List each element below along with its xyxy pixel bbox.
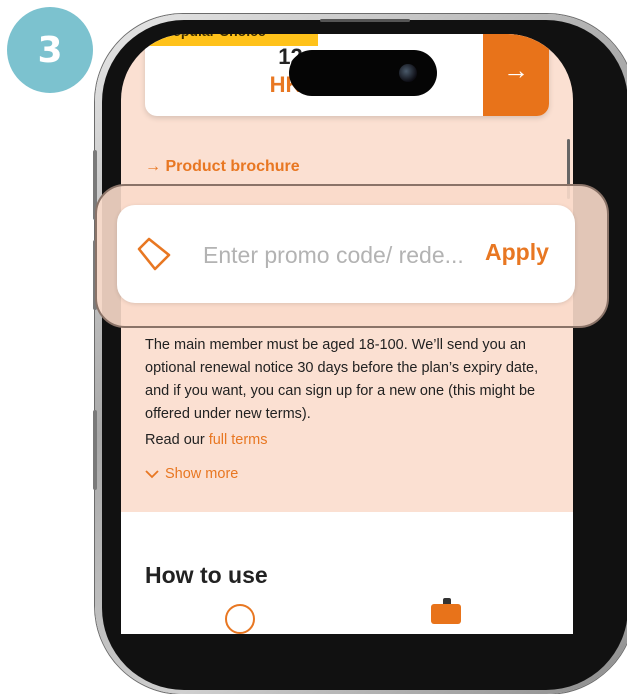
- show-more-label: Show more: [165, 466, 239, 482]
- apply-button[interactable]: Apply: [485, 239, 549, 266]
- product-brochure-link[interactable]: → Product brochure: [145, 158, 300, 176]
- promo-code-input[interactable]: [201, 229, 495, 281]
- clipboard-icon: [431, 604, 461, 624]
- phone-screen: Popular Choice 12 mo HK$680 → → Product …: [121, 34, 573, 634]
- full-terms-link[interactable]: full terms: [209, 432, 268, 448]
- dynamic-island: [289, 50, 437, 96]
- side-button: [93, 410, 97, 490]
- how-to-use-title: How to use: [145, 562, 268, 588]
- terms-text: The main member must be aged 18-100. We’…: [145, 337, 539, 422]
- arrow-right-icon: →: [503, 54, 529, 85]
- phone-speaker: [320, 19, 410, 22]
- read-terms-line: Read our full terms: [145, 432, 268, 448]
- chevron-down-icon: [145, 470, 159, 479]
- camera-icon: [399, 64, 417, 82]
- step-number-badge: 3: [7, 7, 93, 93]
- read-terms-prefix: Read our: [145, 432, 209, 448]
- how-to-use-section: How to use: [121, 512, 573, 634]
- show-more-toggle[interactable]: Show more: [145, 466, 238, 482]
- tag-icon: [137, 237, 171, 271]
- promo-code-box: Apply: [117, 205, 575, 303]
- plan-select-arrow-button[interactable]: →: [483, 34, 549, 116]
